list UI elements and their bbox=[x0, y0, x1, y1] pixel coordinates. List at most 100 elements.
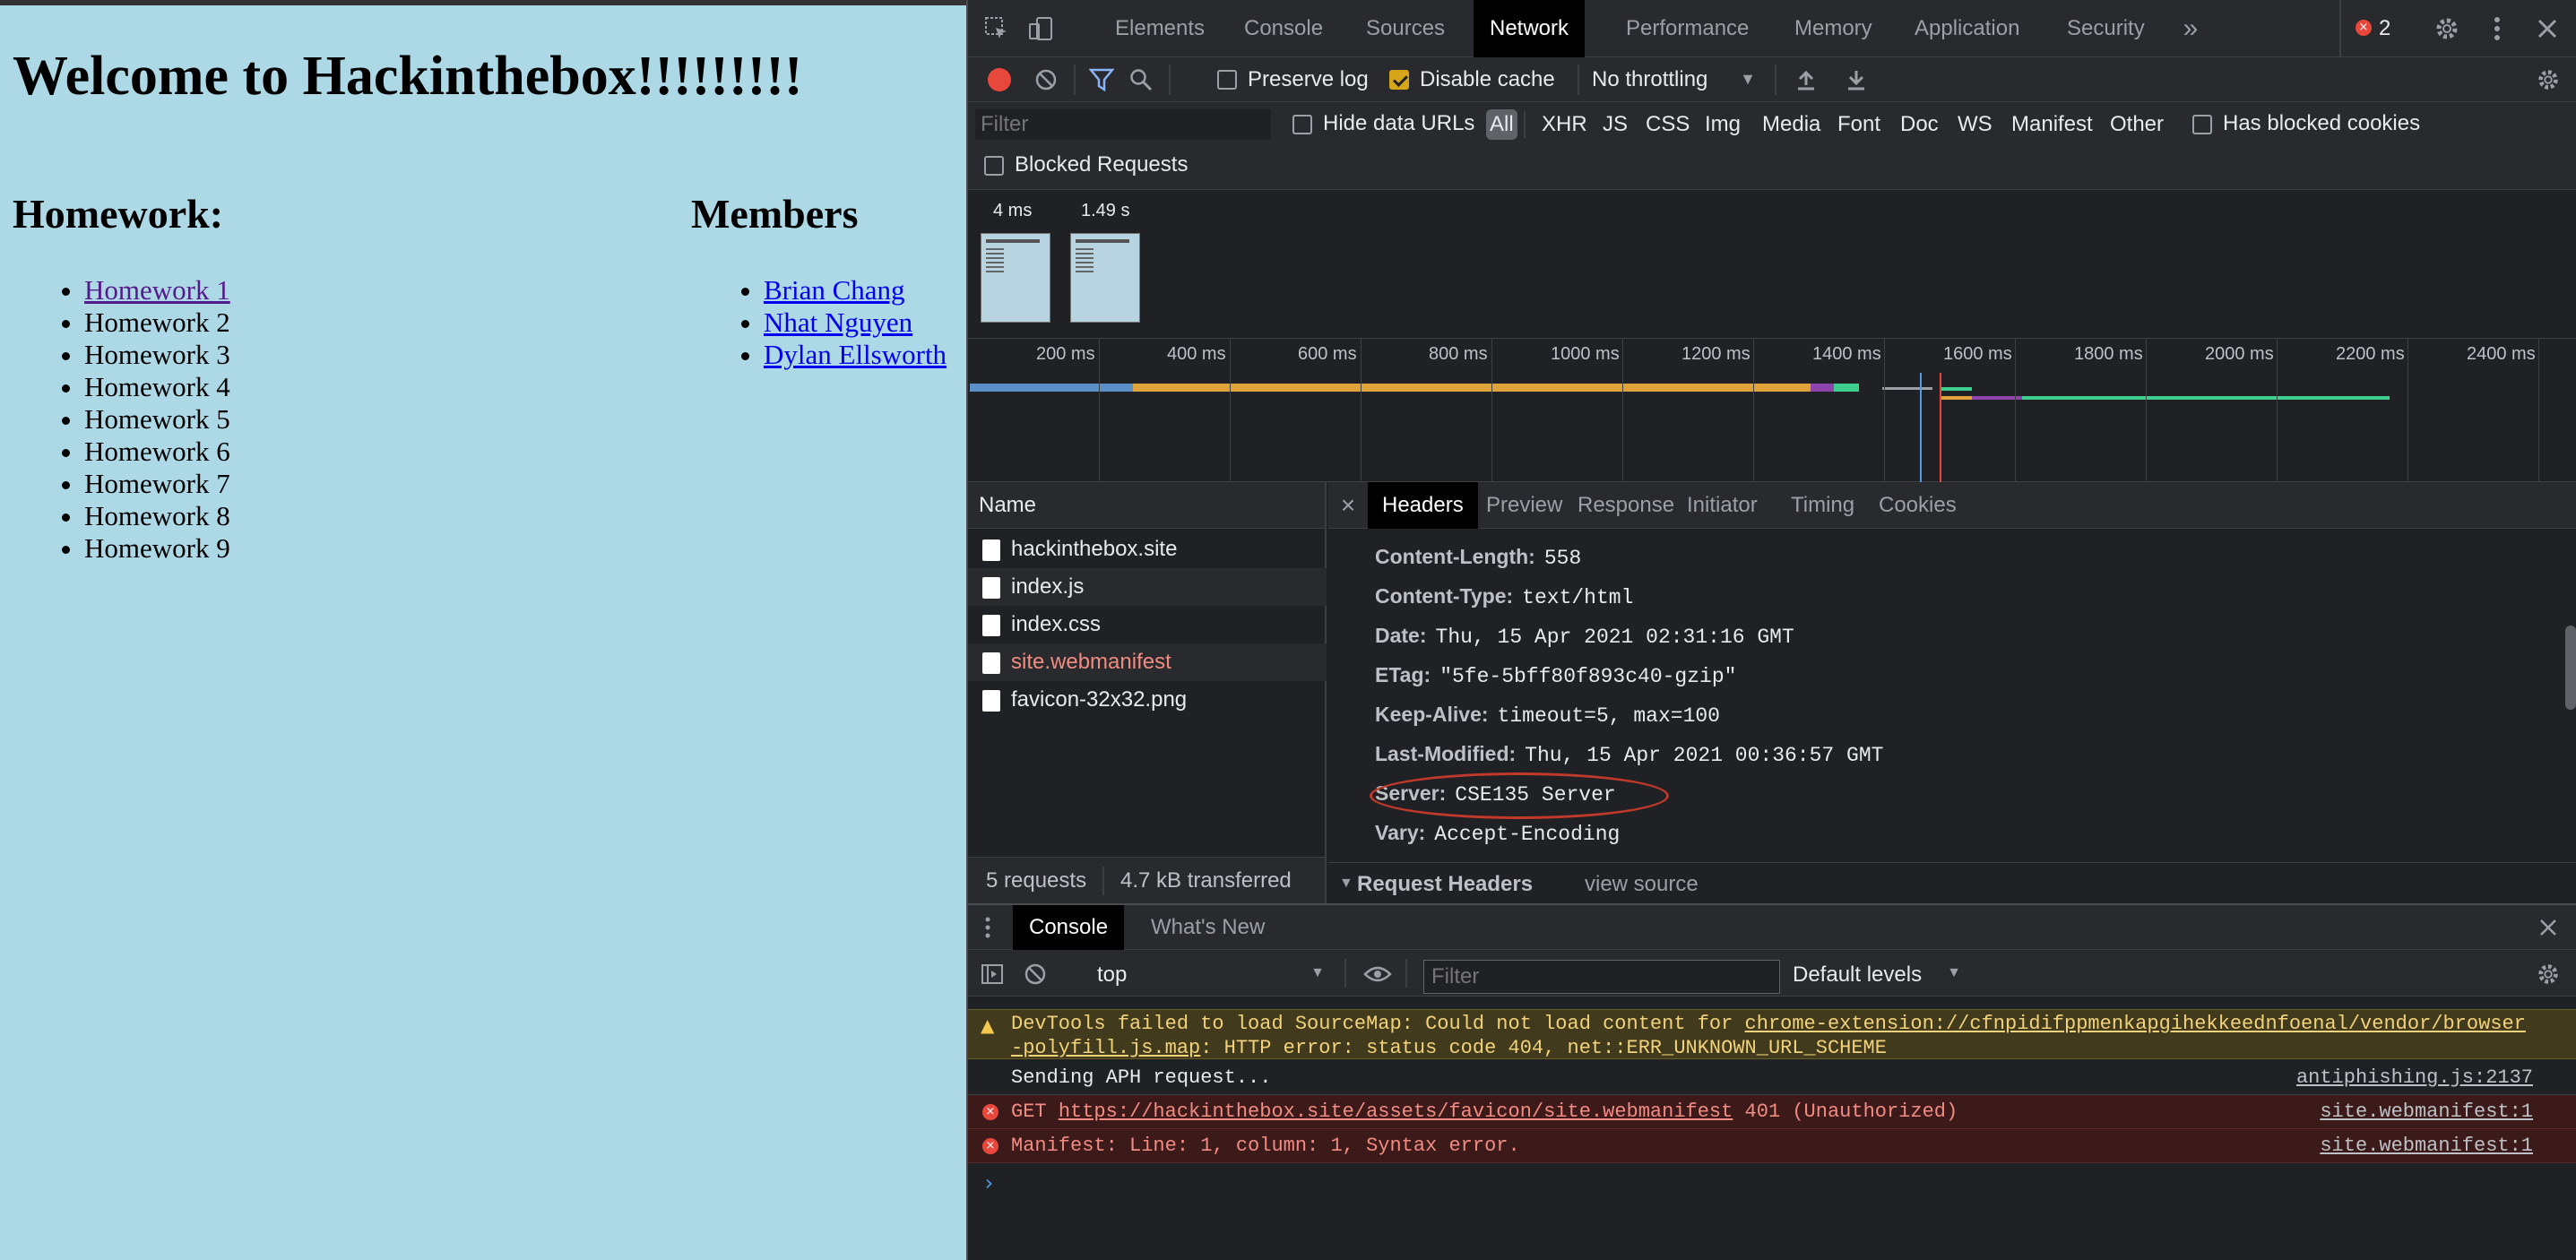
header-row: Content-Type: text/html bbox=[1375, 584, 1633, 609]
log-levels-select[interactable]: Default levels bbox=[1793, 962, 1922, 988]
filter-type-css[interactable]: CSS bbox=[1642, 109, 1693, 140]
throttling-select[interactable]: No throttling bbox=[1592, 67, 1707, 92]
disable-cache-checkbox[interactable] bbox=[1389, 70, 1409, 90]
request-row[interactable]: favicon-32x32.png bbox=[968, 681, 1327, 719]
source-link[interactable]: site.webmanifest:1 bbox=[2320, 1095, 2533, 1129]
scrollbar-thumb[interactable] bbox=[2565, 626, 2576, 710]
context-select[interactable]: top bbox=[1097, 962, 1127, 988]
kebab-menu-icon[interactable] bbox=[2481, 13, 2513, 45]
tab-sources[interactable]: Sources bbox=[1350, 0, 1461, 57]
filter-type-media[interactable]: Media bbox=[1759, 109, 1824, 140]
timeline-tick-label: 1400 ms bbox=[1812, 344, 1881, 364]
homework-item[interactable]: Homework 1 bbox=[84, 274, 230, 306]
request-headers-section[interactable]: ▼ Request Headers view source bbox=[1328, 862, 2576, 903]
request-row[interactable]: hackinthebox.site bbox=[968, 531, 1327, 568]
request-row[interactable]: index.css bbox=[968, 606, 1327, 643]
request-row-error[interactable]: site.webmanifest bbox=[968, 643, 1327, 681]
drawer-tab-whats-new[interactable]: What's New bbox=[1135, 905, 1281, 950]
filter-type-all[interactable]: All bbox=[1486, 109, 1517, 140]
tab-performance[interactable]: Performance bbox=[1610, 0, 1765, 57]
request-row[interactable]: index.js bbox=[968, 568, 1327, 606]
filmstrip-thumbnail[interactable] bbox=[981, 233, 1050, 323]
warning-icon: ▲ bbox=[981, 1014, 995, 1036]
tab-network[interactable]: Network bbox=[1474, 0, 1586, 57]
tab-response[interactable]: Response bbox=[1563, 482, 1689, 529]
tab-initiator[interactable]: Initiator bbox=[1673, 482, 1772, 529]
divider bbox=[1074, 65, 1076, 95]
filmstrip-thumbnail[interactable] bbox=[1070, 233, 1140, 323]
blocked-requests-checkbox[interactable] bbox=[984, 156, 1004, 176]
chevron-down-icon[interactable]: ▼ bbox=[1309, 964, 1327, 982]
message-link[interactable]: -polyfill.js.map bbox=[1011, 1037, 1200, 1059]
record-icon[interactable] bbox=[988, 68, 1011, 91]
console-settings-gear-icon[interactable] bbox=[2535, 961, 2562, 988]
tab-console[interactable]: Console bbox=[1228, 0, 1339, 57]
filter-type-font[interactable]: Font bbox=[1834, 109, 1884, 140]
tab-timing[interactable]: Timing bbox=[1776, 482, 1869, 529]
filter-type-img[interactable]: Img bbox=[1701, 109, 1744, 140]
error-count[interactable]: 2 bbox=[2379, 16, 2390, 41]
clear-icon[interactable] bbox=[1033, 66, 1059, 93]
tab-headers[interactable]: Headers bbox=[1368, 482, 1478, 529]
export-har-icon[interactable] bbox=[1843, 66, 1870, 93]
timeline-gridline bbox=[1884, 339, 1885, 482]
member-link[interactable]: Dylan Ellsworth bbox=[764, 339, 947, 370]
inspect-element-icon[interactable] bbox=[981, 13, 1013, 45]
name-column-header[interactable]: Name bbox=[968, 482, 1325, 529]
preserve-log-checkbox[interactable] bbox=[1217, 70, 1237, 90]
has-blocked-cookies-label: Has blocked cookies bbox=[2223, 111, 2421, 135]
tab-cookies[interactable]: Cookies bbox=[1864, 482, 1971, 529]
filter-type-doc[interactable]: Doc bbox=[1897, 109, 1942, 140]
clear-console-icon[interactable] bbox=[1022, 961, 1049, 988]
network-filter-input[interactable] bbox=[975, 109, 1271, 140]
drawer-tab-console[interactable]: Console bbox=[1013, 905, 1125, 950]
search-icon[interactable] bbox=[1128, 66, 1154, 93]
view-source-link[interactable]: view source bbox=[1585, 872, 1699, 897]
filter-type-ws[interactable]: WS bbox=[1954, 109, 1996, 140]
has-blocked-cookies-checkbox[interactable] bbox=[2192, 115, 2212, 134]
tab-memory[interactable]: Memory bbox=[1778, 0, 1889, 57]
tab-elements[interactable]: Elements bbox=[1099, 0, 1221, 57]
homework-1-link[interactable]: Homework 1 bbox=[84, 274, 230, 306]
network-settings-gear-icon[interactable] bbox=[2535, 66, 2562, 93]
chevron-down-icon[interactable]: ▼ bbox=[1737, 68, 1759, 90]
timeline-tick-label: 2400 ms bbox=[2467, 344, 2536, 364]
close-drawer-icon[interactable] bbox=[2537, 916, 2560, 939]
more-tabs-icon[interactable]: » bbox=[2174, 13, 2207, 45]
chevron-down-icon[interactable]: ▼ bbox=[1945, 964, 1963, 982]
close-devtools-icon[interactable] bbox=[2531, 13, 2563, 45]
load-event-marker bbox=[1940, 373, 1941, 482]
filter-type-js[interactable]: JS bbox=[1599, 109, 1631, 140]
header-key: Vary: bbox=[1375, 821, 1426, 844]
filter-type-other[interactable]: Other bbox=[2106, 109, 2167, 140]
device-toolbar-icon[interactable] bbox=[1025, 13, 1058, 45]
filter-type-manifest[interactable]: Manifest bbox=[2008, 109, 2096, 140]
source-link[interactable]: site.webmanifest:1 bbox=[2320, 1129, 2533, 1163]
divider bbox=[1524, 111, 1526, 138]
filmstrip-time: 1.49 s bbox=[1081, 201, 1130, 220]
settings-gear-icon[interactable] bbox=[2431, 13, 2463, 45]
header-key: Content-Length: bbox=[1375, 545, 1535, 568]
member-link[interactable]: Nhat Nguyen bbox=[764, 306, 912, 338]
message-text: Sending APH request... bbox=[1011, 1066, 1272, 1089]
hide-data-urls-checkbox[interactable] bbox=[1292, 115, 1312, 134]
close-icon[interactable]: × bbox=[1336, 491, 1361, 519]
filter-type-xhr[interactable]: XHR bbox=[1538, 109, 1591, 140]
filter-icon[interactable] bbox=[1088, 66, 1115, 93]
show-sidebar-icon[interactable] bbox=[979, 961, 1006, 988]
header-key: Content-Type: bbox=[1375, 584, 1514, 608]
console-filter-input[interactable] bbox=[1423, 960, 1780, 994]
tab-application[interactable]: Application bbox=[1898, 0, 2036, 57]
console-input[interactable] bbox=[1007, 1167, 2558, 1203]
live-expression-eye-icon[interactable] bbox=[1362, 961, 1393, 988]
source-link[interactable]: antiphishing.js:2137 bbox=[2296, 1061, 2533, 1095]
tab-security[interactable]: Security bbox=[2051, 0, 2161, 57]
console-prompt-icon[interactable]: › bbox=[982, 1170, 995, 1195]
message-link[interactable]: https://hackinthebox.site/assets/favicon… bbox=[1059, 1100, 1733, 1123]
import-har-icon[interactable] bbox=[1793, 66, 1820, 93]
tab-preview[interactable]: Preview bbox=[1472, 482, 1577, 529]
drawer-menu-icon[interactable] bbox=[981, 914, 995, 941]
header-value: timeout=5, max=100 bbox=[1497, 704, 1720, 728]
member-link[interactable]: Brian Chang bbox=[764, 274, 905, 306]
message-link[interactable]: chrome-extension://cfnpidifppmenkapgihek… bbox=[1745, 1013, 2526, 1035]
